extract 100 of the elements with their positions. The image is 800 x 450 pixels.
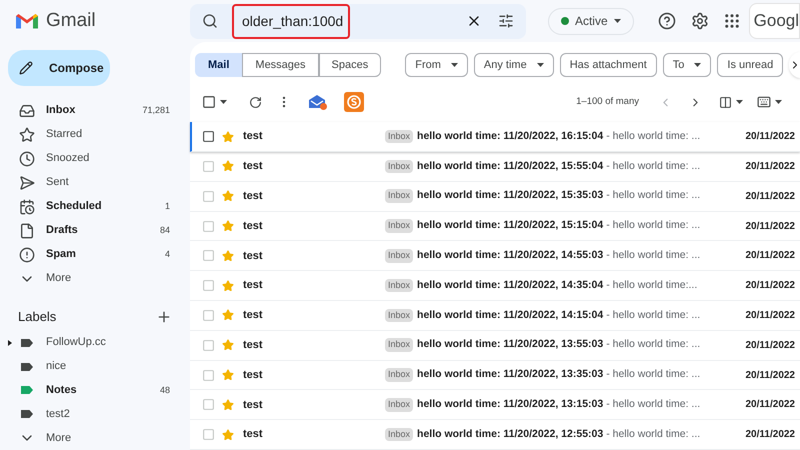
email-row[interactable]: test Inbox hello world time: 11/20/2022, 13:55:03 - hello world time: ... 20/11/2022 bbox=[190, 330, 800, 361]
nav-item[interactable]: More bbox=[0, 426, 190, 450]
email-snippet: - hello world time: ... bbox=[606, 308, 700, 323]
filter-chip[interactable]: Any time bbox=[474, 52, 554, 77]
nav-item[interactable]: More bbox=[0, 266, 190, 291]
label-item[interactable]: FollowUp.cc bbox=[0, 330, 190, 355]
sender-name: test bbox=[243, 338, 264, 353]
email-date: 20/11/2022 bbox=[746, 220, 796, 234]
pagination-text: 1–100 of many bbox=[576, 95, 639, 110]
envelope-badge-icon[interactable] bbox=[308, 93, 328, 112]
email-date: 20/11/2022 bbox=[746, 338, 796, 353]
apps-icon[interactable] bbox=[722, 12, 741, 30]
label-item[interactable]: Notes 48 bbox=[0, 378, 190, 402]
checkbox[interactable] bbox=[202, 130, 215, 144]
email-subject: hello world time: 11/20/2022, 13:35:03 bbox=[417, 367, 604, 382]
sender-name: test bbox=[243, 427, 264, 442]
email-row[interactable]: test Inbox hello world time: 11/20/2022, 12:55:03 - hello world time: ... 20/11/2022 bbox=[190, 420, 800, 450]
filter-chip[interactable]: Is unread bbox=[717, 52, 784, 77]
email-row[interactable]: test Inbox hello world time: 11/20/2022, 15:15:04 - hello world time: ... 20/11/2022 bbox=[190, 212, 800, 242]
caret-icon[interactable] bbox=[736, 100, 743, 104]
email-row[interactable]: test Inbox hello world time: 11/20/2022, 15:35:03 - hello world time: ... 20/11/2022 bbox=[190, 182, 800, 212]
count: 84 bbox=[160, 224, 170, 237]
nav-item[interactable]: Starred bbox=[0, 122, 190, 147]
checkbox[interactable] bbox=[202, 95, 216, 110]
keyboard-icon[interactable] bbox=[757, 95, 771, 110]
add-label-icon[interactable] bbox=[156, 308, 172, 325]
email-row[interactable]: test Inbox hello world time: 11/20/2022, 15:55:04 - hello world time: ... 20/11/2022 bbox=[190, 152, 800, 182]
email-subject: hello world time: 11/20/2022, 14:15:04 bbox=[417, 308, 604, 323]
send-icon bbox=[19, 174, 35, 191]
count: 4 bbox=[164, 248, 170, 261]
email-row[interactable]: test Inbox hello world time: 11/20/2022, 13:15:03 - hello world time: ... 20/11/2022 bbox=[190, 390, 800, 420]
email-subject: hello world time: 11/20/2022, 16:15:04 bbox=[417, 128, 604, 144]
filter-chip[interactable]: Has attachment bbox=[560, 52, 657, 77]
settings-icon[interactable] bbox=[690, 12, 709, 30]
envelope-logo-icon bbox=[16, 12, 38, 30]
email-snippet: - hello world time:... bbox=[606, 278, 698, 293]
email-snippet: - hello world time: ... bbox=[606, 337, 700, 352]
status-button[interactable]: Active bbox=[548, 8, 634, 34]
clock-icon bbox=[19, 198, 35, 215]
star-icon[interactable] bbox=[222, 160, 234, 172]
email-date: 20/11/2022 bbox=[746, 130, 796, 144]
email-row[interactable]: test Inbox hello world time: 11/20/2022, 14:35:04 - hello world time:... 20/11/2022 bbox=[190, 271, 800, 302]
star-icon[interactable] bbox=[222, 369, 234, 381]
caret-icon[interactable] bbox=[775, 100, 782, 104]
caret-icon bbox=[614, 19, 621, 23]
star-icon[interactable] bbox=[222, 339, 234, 352]
nav-item[interactable]: Snoozed bbox=[0, 146, 190, 171]
email-subject: hello world time: 11/20/2022, 15:55:04 bbox=[417, 158, 604, 174]
email-subject: hello world time: 11/20/2022, 12:55:03 bbox=[417, 426, 604, 442]
filter-options-icon[interactable] bbox=[498, 13, 514, 29]
search-icon[interactable] bbox=[202, 13, 218, 29]
star-icon[interactable] bbox=[222, 190, 234, 202]
refresh-icon[interactable] bbox=[249, 96, 262, 109]
star-icon[interactable] bbox=[222, 130, 234, 143]
scroll-right-button[interactable] bbox=[789, 52, 800, 78]
count: 48 bbox=[160, 384, 170, 397]
star-icon[interactable] bbox=[222, 280, 234, 292]
scope-tab[interactable]: Spaces bbox=[318, 52, 382, 77]
nav-item[interactable]: Inbox 71,281 bbox=[0, 98, 190, 123]
nav-item[interactable]: Scheduled 1 bbox=[0, 194, 190, 219]
caret-icon[interactable] bbox=[220, 100, 227, 104]
sender-name: test bbox=[243, 308, 264, 324]
filter-chip[interactable]: To bbox=[662, 52, 712, 77]
clock-icon bbox=[19, 150, 35, 167]
email-row[interactable]: test Inbox hello world time: 11/20/2022, 14:55:03 - hello world time: ... 20/11/2022 bbox=[190, 241, 800, 272]
label-item[interactable]: test2 bbox=[0, 402, 190, 426]
sender-name: test bbox=[243, 129, 264, 144]
scope-tab[interactable]: Messages bbox=[242, 52, 319, 77]
email-snippet: - hello world time: ... bbox=[606, 158, 700, 174]
star-icon[interactable] bbox=[222, 398, 234, 411]
filter-chip[interactable]: From bbox=[405, 52, 468, 77]
compose-button[interactable]: Compose bbox=[8, 50, 110, 86]
email-date: 20/11/2022 bbox=[746, 308, 796, 323]
caret-icon bbox=[536, 62, 544, 67]
star-icon[interactable] bbox=[222, 309, 234, 322]
star-icon[interactable] bbox=[222, 428, 234, 441]
expand-arrow-icon[interactable] bbox=[8, 340, 12, 346]
sender-name: test bbox=[243, 159, 264, 174]
sender-name: test bbox=[243, 248, 264, 264]
star-icon[interactable] bbox=[222, 220, 234, 232]
nav-item[interactable]: Drafts 84 bbox=[0, 218, 190, 243]
star-icon[interactable] bbox=[222, 250, 234, 262]
email-row[interactable]: test Inbox hello world time: 11/20/2022, 16:15:04 - hello world time: ... 20/11/2022 bbox=[190, 122, 800, 152]
inbox-tag: Inbox bbox=[385, 428, 414, 442]
scope-tab[interactable]: Mail bbox=[195, 52, 242, 77]
email-subject: hello world time: 11/20/2022, 13:55:03 bbox=[417, 337, 604, 352]
help-icon[interactable] bbox=[658, 12, 676, 30]
label-item[interactable]: nice bbox=[0, 354, 190, 378]
email-row[interactable]: test Inbox hello world time: 11/20/2022, 14:15:04 - hello world time: ... 20/11/2022 bbox=[190, 301, 800, 331]
nav-item[interactable]: Spam 4 bbox=[0, 242, 190, 267]
extension-icon[interactable] bbox=[344, 92, 364, 112]
email-snippet: - hello world time: ... bbox=[606, 218, 700, 234]
nav-item[interactable]: Sent bbox=[0, 170, 190, 195]
account-button[interactable]: Googl bbox=[748, 3, 800, 39]
email-row[interactable]: test Inbox hello world time: 11/20/2022, 13:35:03 - hello world time: ... 20/11/2022 bbox=[190, 360, 800, 390]
sender-name: test bbox=[243, 368, 264, 383]
labels-heading: Labels bbox=[18, 308, 58, 326]
inbox-tag: Inbox bbox=[385, 219, 414, 233]
search-field[interactable]: older_than:100d bbox=[190, 4, 526, 38]
split-pane-icon[interactable] bbox=[719, 96, 732, 109]
